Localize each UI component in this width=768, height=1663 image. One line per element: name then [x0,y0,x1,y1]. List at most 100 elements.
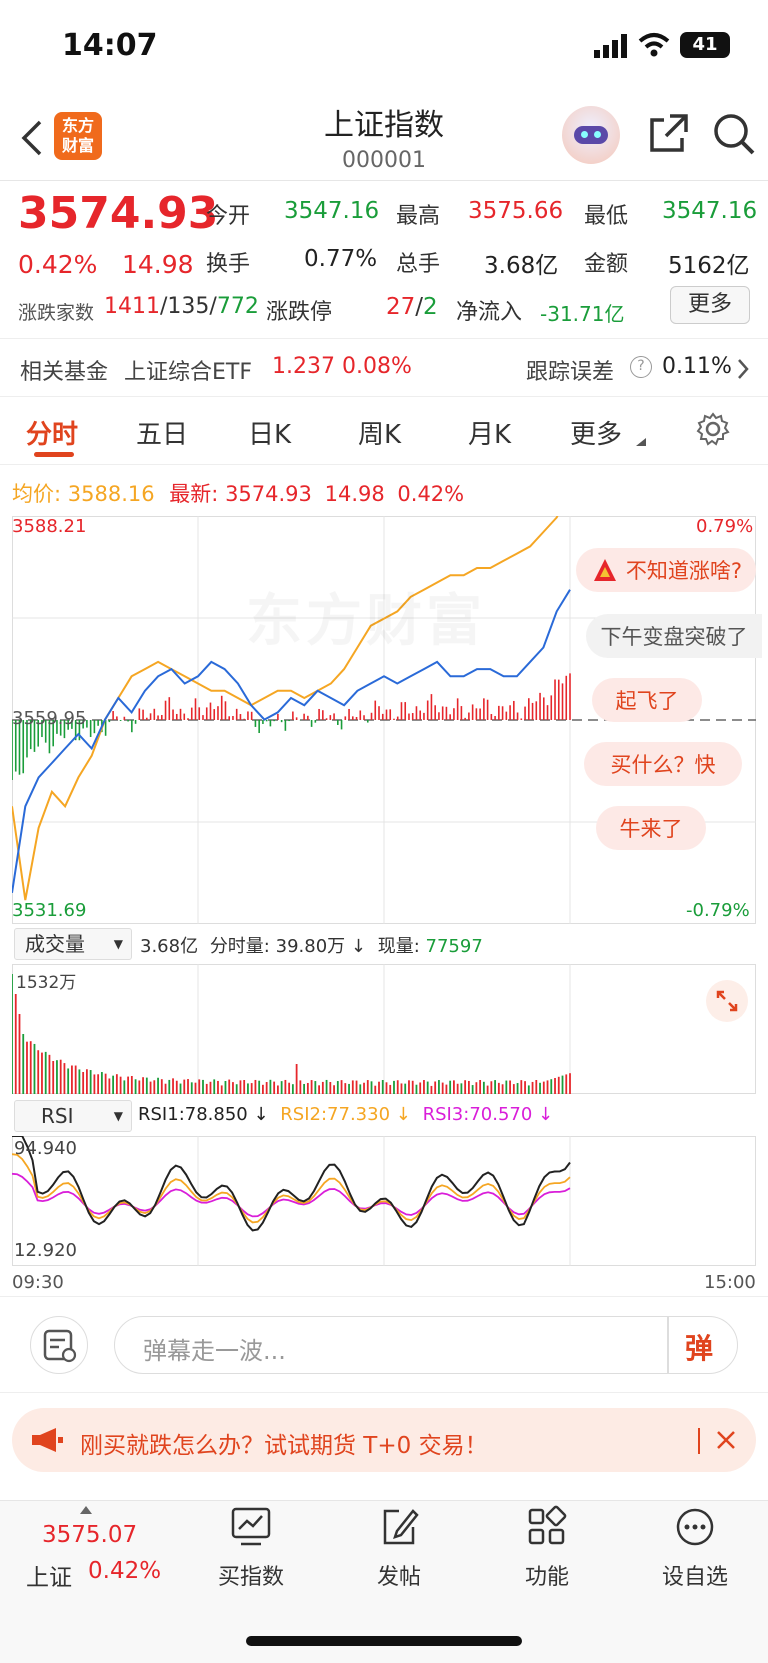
limit-up: 27 [386,294,416,320]
pct-axis-top: 0.79% [696,516,754,537]
ticker-price: 3575.07 [42,1522,138,1548]
limit-label: 涨跌停 [266,300,333,325]
more-dots-icon [676,1508,714,1546]
status-bar: 14:07 41 [0,0,768,90]
turnover-value: 0.77% [304,246,378,272]
rsi-line-3 [12,1172,571,1218]
pct-axis-bottom: -0.79% [686,900,750,921]
trend-chart-icon [231,1507,271,1546]
avg-value: 3588.16 [67,482,155,506]
fund-label: 相关基金 [20,360,109,385]
section-divider-2 [0,396,768,397]
danmaku-bubble[interactable]: 下午变盘突破了 [586,614,762,658]
volume-total: 3.68亿 [140,936,199,957]
danmaku-input[interactable]: 弹幕走一波... 弹 [114,1316,738,1374]
expand-icon[interactable] [706,980,748,1022]
expand-up-icon [80,1506,92,1514]
latest-value: 3574.93 [225,482,312,506]
tab-daily-k[interactable]: 日K [248,414,291,451]
comment-divider [0,1392,768,1393]
rsi-selector[interactable]: RSI ▼ [14,1100,132,1132]
tab-intraday[interactable]: 分时 [26,414,78,451]
danmaku-placeholder: 弹幕走一波... [143,1337,286,1365]
limit-values: 27/2 [386,294,438,320]
rsi-bottom-label: 12.920 [14,1240,77,1261]
nav-functions[interactable]: 功能 [492,1505,602,1591]
price: 3574.93 [18,188,219,239]
promo-banner[interactable]: 刚买就跌怎么办？试试期货 T+0 交易！ [12,1408,756,1472]
limit-down: 2 [423,294,438,320]
nav-label: 设自选 [661,1565,728,1590]
rsi-chart[interactable] [12,1136,756,1266]
latest-pct: 0.42% [397,482,465,506]
more-button[interactable]: 更多 [670,286,750,324]
header-divider [0,180,768,181]
breadth-label: 涨跌家数 [18,302,95,324]
fund-name: 上证综合ETF [124,360,252,385]
y-axis-bottom: 3531.69 [12,900,87,921]
open-label: 今开 [206,204,251,229]
volume-max-label: 1532万 [16,973,77,993]
down-count: 772 [216,294,259,319]
nav-buy-index[interactable]: 买指数 [196,1505,306,1591]
dropdown-triangle-icon [636,438,646,446]
flow-value: -31.71亿 [540,302,625,326]
rsi-top-label: 94.940 [14,1138,77,1159]
danmaku-bubble[interactable]: 起飞了 [592,678,702,722]
section-divider [0,338,768,339]
volume-info: 3.68亿 分时量: 39.80万 ↓ 现量: 77597 [140,932,483,958]
volume-selector-label: 成交量 [25,932,85,956]
volume-value: 3.68亿 [484,253,559,279]
volume-selector[interactable]: 成交量 ▼ [14,928,132,960]
rsi-legend: RSI1:78.850 ↓ RSI2:77.330 ↓ RSI3:70.570 … [138,1104,553,1125]
search-icon[interactable] [712,112,756,156]
related-fund-row[interactable]: 相关基金 上证综合ETF 1.237 0.08% 跟踪误差 ? 0.11% [0,340,768,396]
amount-label: 金额 [584,252,629,277]
flat-count: 135 [167,294,210,319]
close-icon[interactable] [716,1430,736,1450]
nav-label: 买指数 [217,1565,284,1590]
y-axis-mid: 3559.95 [12,708,87,729]
danmaku-toggle-button[interactable] [30,1316,88,1374]
danmaku-send-button[interactable]: 弹 [685,1327,713,1367]
active-tab-indicator [34,452,74,457]
danmaku-bubble[interactable]: 买什么？快 [584,742,742,786]
open-value: 3547.16 [284,198,380,224]
index-ticker[interactable]: 3575.07 上证 0.42% [20,1506,180,1596]
share-icon[interactable] [648,112,690,154]
chevron-right-icon [738,359,749,379]
promo-divider [698,1428,700,1454]
time-axis-end: 15:00 [704,1272,756,1293]
danmaku-bubble[interactable]: 牛来了 [596,806,706,850]
danmaku-text: 下午变盘突破了 [600,625,748,649]
time-axis-start: 09:30 [12,1272,64,1293]
latest-label: 最新: [169,482,219,506]
danmaku-text: 牛来了 [619,817,683,841]
tabs-divider [0,464,768,465]
danmaku-settings-icon [43,1329,77,1363]
help-icon[interactable]: ? [630,356,652,378]
danmaku-text: 不知道涨啥? [625,559,743,583]
ticker-pct: 0.42% [88,1558,162,1584]
high-label: 最高 [396,204,441,229]
dropdown-arrow-icon: ▼ [113,937,123,951]
battery-icon: 41 [680,32,730,58]
track-label: 跟踪误差 [526,360,615,385]
series-line-均价 [12,516,559,901]
robot-assistant-icon[interactable] [562,106,620,164]
tab-more[interactable]: 更多 [570,414,622,451]
nav-add-watchlist[interactable]: 设自选 [640,1505,750,1591]
nav-post[interactable]: 发帖 [344,1505,454,1591]
danmaku-bubble[interactable]: 不知道涨啥? [576,548,756,592]
chart-legend: 均价: 3588.16 最新: 3574.93 14.98 0.42% [12,478,464,508]
home-indicator [246,1636,522,1646]
tab-monthly-k[interactable]: 月K [468,414,511,451]
low-value: 3547.16 [662,198,758,224]
settings-gear-icon[interactable] [696,412,730,446]
tab-five-day[interactable]: 五日 [136,414,188,451]
volume-chart[interactable] [12,964,756,1094]
breadth-values: 1411/135/772 [104,294,259,319]
tab-weekly-k[interactable]: 周K [358,414,401,451]
promo-text: 刚买就跌怎么办？试试期货 T+0 交易！ [80,1433,488,1459]
high-value: 3575.66 [468,198,564,224]
